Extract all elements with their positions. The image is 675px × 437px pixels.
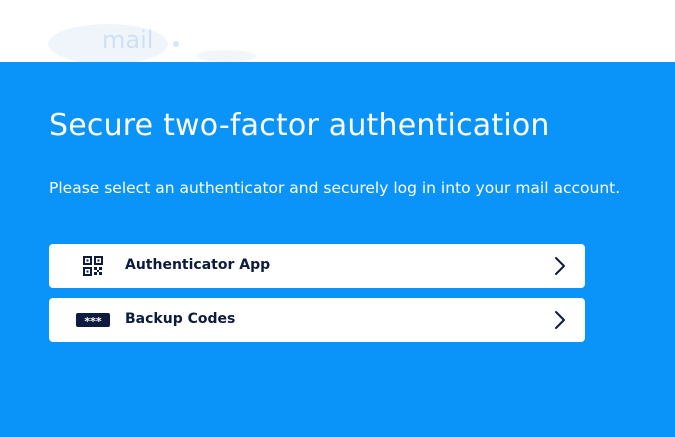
- chevron-right-icon: [555, 311, 565, 329]
- page-subtitle: Please select an authenticator and secur…: [49, 179, 621, 197]
- password-dots-icon: ***: [75, 307, 111, 333]
- qr-code-icon: [75, 253, 111, 279]
- svg-text:***: ***: [84, 315, 102, 327]
- option-label: Authenticator App: [125, 257, 271, 273]
- svg-text:mail: mail: [102, 26, 153, 54]
- chevron-right-icon: [555, 257, 565, 275]
- backup-codes-option[interactable]: *** Backup Codes: [49, 298, 585, 342]
- option-label: Backup Codes: [125, 311, 236, 327]
- top-header: mail: [0, 0, 675, 62]
- page-title: Secure two-factor authentication: [49, 108, 550, 143]
- mail-de-logo[interactable]: mail: [46, 14, 266, 62]
- authenticator-app-option[interactable]: Authenticator App: [49, 244, 585, 288]
